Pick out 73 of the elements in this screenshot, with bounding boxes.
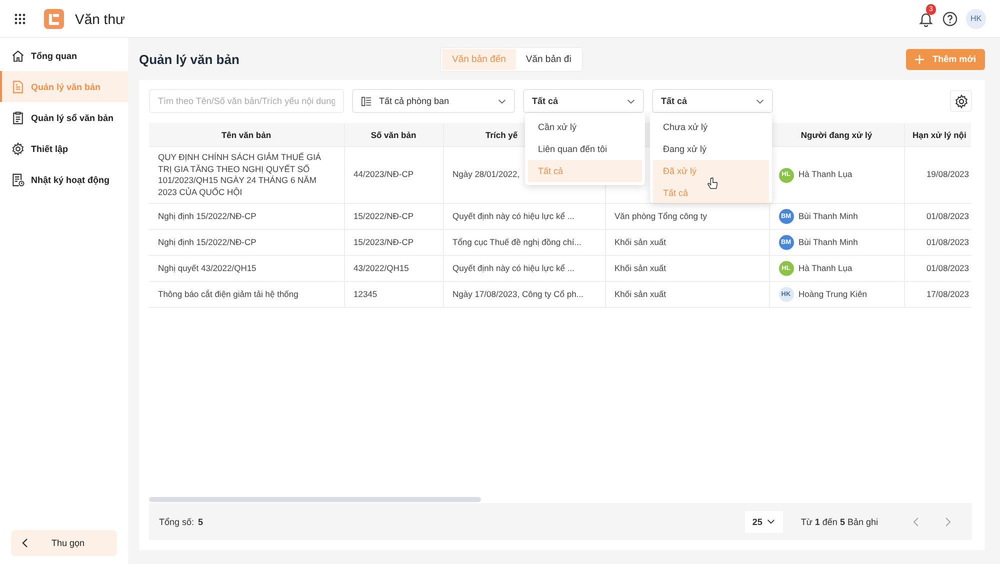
column-header: Số văn bản	[370, 130, 416, 140]
table-cell: QUY ĐỊNH CHÍNH SÁCH GIẢM THUẾ GIÁ TRỊ GIA TĂNG THEO NGHỊ QUYẾT SỐ 101/2023/QH15 NGÀY 24 THÁNG 6 NĂM 2023 CỦA QUỐC HỘI	[158, 152, 322, 196]
table-cell: 17/08/2023	[926, 288, 969, 299]
page-title: Quản lý văn bản	[139, 52, 240, 66]
table-cell: Ngày 28/01/2022,	[452, 169, 520, 180]
table-cell: 15/2023/NĐ-CP	[354, 236, 414, 247]
table-cell: Văn phòng Tổng công ty	[614, 210, 707, 221]
dropdown-option[interactable]: Đang xử lý	[653, 138, 769, 160]
total-label: Tổng số:	[159, 516, 194, 526]
column-header: Trích yế	[486, 130, 518, 140]
table-cell: Quyết định này có hiệu lực kể ...	[452, 262, 574, 273]
person-name: Hà Thanh Lụa	[798, 169, 852, 181]
table-cell: Khối sản xuất	[614, 262, 666, 273]
status-select[interactable]: Tất cả	[652, 89, 773, 113]
chevron-down-icon	[756, 98, 764, 104]
table-cell: Thông báo cắt điện giảm tải hệ thống	[158, 288, 298, 299]
plus-icon	[914, 54, 924, 64]
log-icon	[11, 172, 25, 186]
dropdown-option[interactable]: Chưa xử lý	[653, 116, 769, 138]
table-cell: 43/2022/QH15	[354, 262, 409, 273]
record-range: Từ 1 đến 5 Bản ghi	[800, 516, 878, 526]
table-cell: Khối sản xuất	[614, 288, 666, 299]
app-title: Văn thư	[75, 10, 125, 26]
hand-cursor-icon	[707, 177, 718, 190]
apps-grid-icon[interactable]	[14, 12, 26, 24]
scrollbar[interactable]	[149, 497, 481, 502]
app-logo-icon	[44, 8, 64, 28]
chevron-down-icon	[767, 519, 776, 524]
table-cell: 01/08/2023	[926, 262, 969, 273]
home-icon	[11, 48, 25, 62]
page-size-select[interactable]: 25	[744, 510, 783, 532]
settings-button[interactable]	[950, 90, 972, 112]
person-name: Bùi Thanh Minh	[798, 210, 858, 222]
column-header: Hạn xử lý nội	[912, 130, 966, 140]
table-cell: Nghị quyết 43/2022/QH15	[158, 262, 256, 273]
table-cell: 01/08/2023	[926, 236, 969, 247]
table-cell: Khối sản xuất	[614, 236, 666, 247]
chevron-left-icon	[21, 538, 29, 548]
total-count: 5	[198, 516, 204, 526]
settings-icon	[954, 94, 968, 108]
bell-icon[interactable]	[918, 10, 934, 26]
table-cell: Ngày 17/08/2023, Công ty Cổ ph...	[452, 288, 584, 299]
sidebar-item[interactable]: Tổng quan	[0, 40, 128, 71]
gear-icon	[11, 142, 25, 156]
sidebar-item[interactable]: Nhật ký hoạt động	[0, 164, 128, 195]
table-cell: 12345	[354, 288, 378, 299]
chevron-down-icon	[627, 98, 635, 104]
user-avatar[interactable]: HK	[966, 8, 986, 28]
person-name: Hoàng Trung Kiên	[798, 288, 868, 300]
sidebar-item[interactable]: Thiết lập	[0, 133, 128, 164]
chevron-down-icon	[498, 98, 506, 104]
table-cell: Nghị định 15/2022/NĐ-CP	[158, 210, 256, 221]
list-icon	[361, 96, 372, 106]
clipboard-icon	[11, 110, 25, 124]
dropdown-option[interactable]: Cần xử lý	[528, 116, 642, 138]
dropdown-option[interactable]: Liên quan đến tôi	[528, 138, 642, 160]
scope-select[interactable]: Tất cả	[523, 89, 644, 113]
table-cell: 15/2022/NĐ-CP	[354, 210, 414, 221]
table-cell: 19/08/2023	[926, 169, 969, 180]
column-header: Tên văn bản	[221, 130, 272, 140]
person-name: Hà Thanh Lụa	[798, 262, 852, 274]
table-cell: Quyết định này có hiệu lực kể ...	[452, 210, 574, 221]
document-icon	[11, 80, 25, 94]
table-cell: Tổng cục Thuế đề nghị đồng chí...	[452, 236, 582, 247]
department-select[interactable]: Tất cả phòng ban	[352, 89, 515, 113]
column-header: Người đang xử lý	[800, 130, 872, 140]
table-cell: 44/2023/NĐ-CP	[354, 169, 414, 180]
person-name: Bùi Thanh Minh	[798, 236, 858, 248]
sidebar-item[interactable]: Quản lý sổ văn bản	[0, 102, 128, 133]
table-cell: Nghị định 15/2022/NĐ-CP	[158, 236, 256, 247]
help-icon[interactable]	[942, 10, 958, 26]
collapse-button[interactable]: Thu gọn	[11, 530, 117, 556]
table-cell: 01/08/2023	[926, 210, 969, 221]
